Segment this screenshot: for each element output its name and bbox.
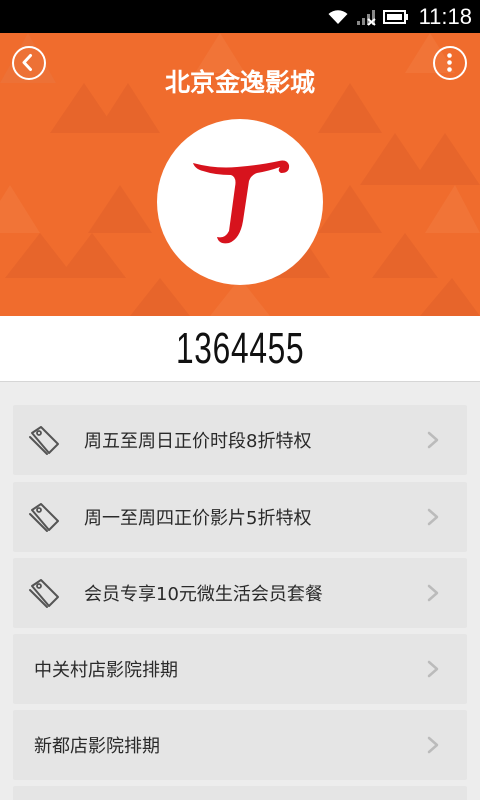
battery-icon (382, 9, 408, 24)
cinema-logo-mark (193, 160, 290, 244)
list-item-label: 周五至周日正价时段8折特权 (84, 431, 312, 452)
back-arrow-icon (22, 54, 32, 71)
chevron-right-icon (427, 584, 439, 602)
chevron-right-icon (427, 660, 439, 678)
chevron-right-icon (427, 736, 439, 754)
wifi-icon (328, 9, 348, 24)
status-time: 11:18 (418, 3, 472, 29)
list-item-privilege-1[interactable]: 周五至周日正价时段8折特权 (13, 405, 467, 475)
list-item-label: 新都店影院排期 (34, 736, 160, 757)
tag-icon (29, 426, 59, 455)
list-item-partial[interactable] (13, 786, 467, 800)
list-item-schedule-xindu[interactable]: 新都店影院排期 (13, 710, 467, 780)
list-item-label: 周一至周四正价影片5折特权 (84, 508, 312, 529)
tag-icon (29, 579, 59, 608)
member-number-bar: 1364455 (0, 316, 480, 382)
status-icons: 11:18 (327, 0, 472, 33)
header: 北京金逸影城 (0, 33, 480, 316)
status-bar: 11:18 (0, 0, 480, 33)
list-item-schedule-zhongguancun[interactable]: 中关村店影院排期 (13, 634, 467, 704)
chevron-right-icon (427, 508, 439, 526)
member-number: 1364455 (175, 323, 305, 373)
list-item-privilege-2[interactable]: 周一至周四正价影片5折特权 (13, 482, 467, 552)
list-item-privilege-3[interactable]: 会员专享10元微生活会员套餐 (13, 558, 467, 628)
page-title: 北京金逸影城 (164, 68, 315, 97)
cinema-logo (157, 119, 323, 285)
tag-icon (29, 503, 59, 532)
more-button[interactable] (433, 46, 467, 80)
signal-icon (356, 9, 376, 26)
chevron-right-icon (427, 431, 439, 449)
list-item-label: 会员专享10元微生活会员套餐 (84, 584, 323, 605)
more-vertical-icon (447, 53, 452, 72)
list-item-label: 中关村店影院排期 (34, 660, 178, 681)
back-button[interactable] (12, 46, 46, 80)
